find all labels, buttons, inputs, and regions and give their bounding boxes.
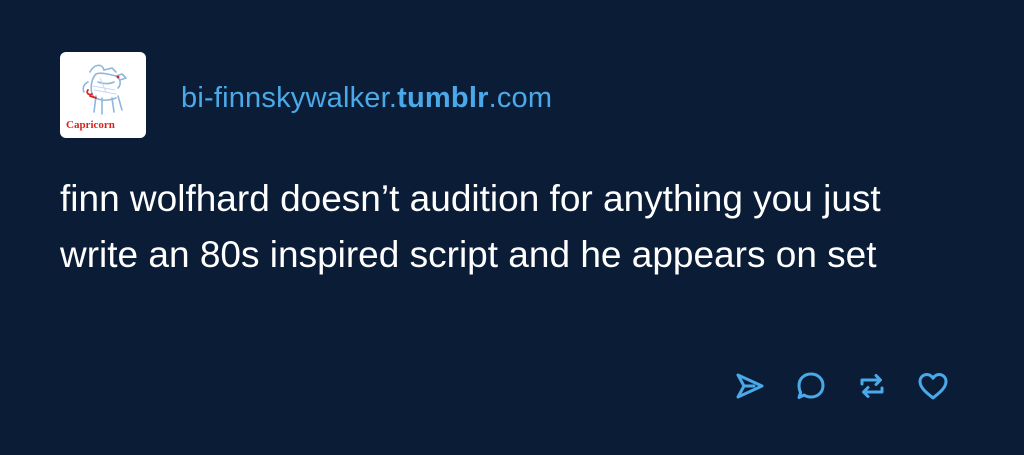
comment-button[interactable] bbox=[791, 366, 831, 406]
tumblr-post: Capricorn bi-finnskywalker.tumblr.com fi… bbox=[0, 0, 1024, 455]
blog-name-prefix: bi-finnskywalker. bbox=[181, 82, 398, 114]
post-actions bbox=[730, 366, 953, 406]
like-button[interactable] bbox=[913, 366, 953, 406]
avatar-caption: Capricorn bbox=[66, 119, 115, 131]
blog-avatar[interactable]: Capricorn bbox=[60, 52, 146, 138]
reblog-button[interactable] bbox=[852, 366, 892, 406]
blog-name-link[interactable]: bi-finnskywalker.tumblr.com bbox=[181, 80, 552, 116]
blog-name-brand: tumblr bbox=[397, 82, 489, 114]
capricorn-drawing-image: Capricorn bbox=[66, 64, 127, 131]
blog-name-suffix: .com bbox=[488, 82, 553, 114]
heart-icon bbox=[918, 373, 948, 400]
reblog-icon bbox=[860, 374, 884, 398]
comment-icon bbox=[797, 372, 825, 399]
send-icon bbox=[736, 373, 764, 399]
post-text: finn wolfhard doesn’t audition for anyth… bbox=[60, 178, 881, 275]
send-button[interactable] bbox=[730, 366, 770, 406]
